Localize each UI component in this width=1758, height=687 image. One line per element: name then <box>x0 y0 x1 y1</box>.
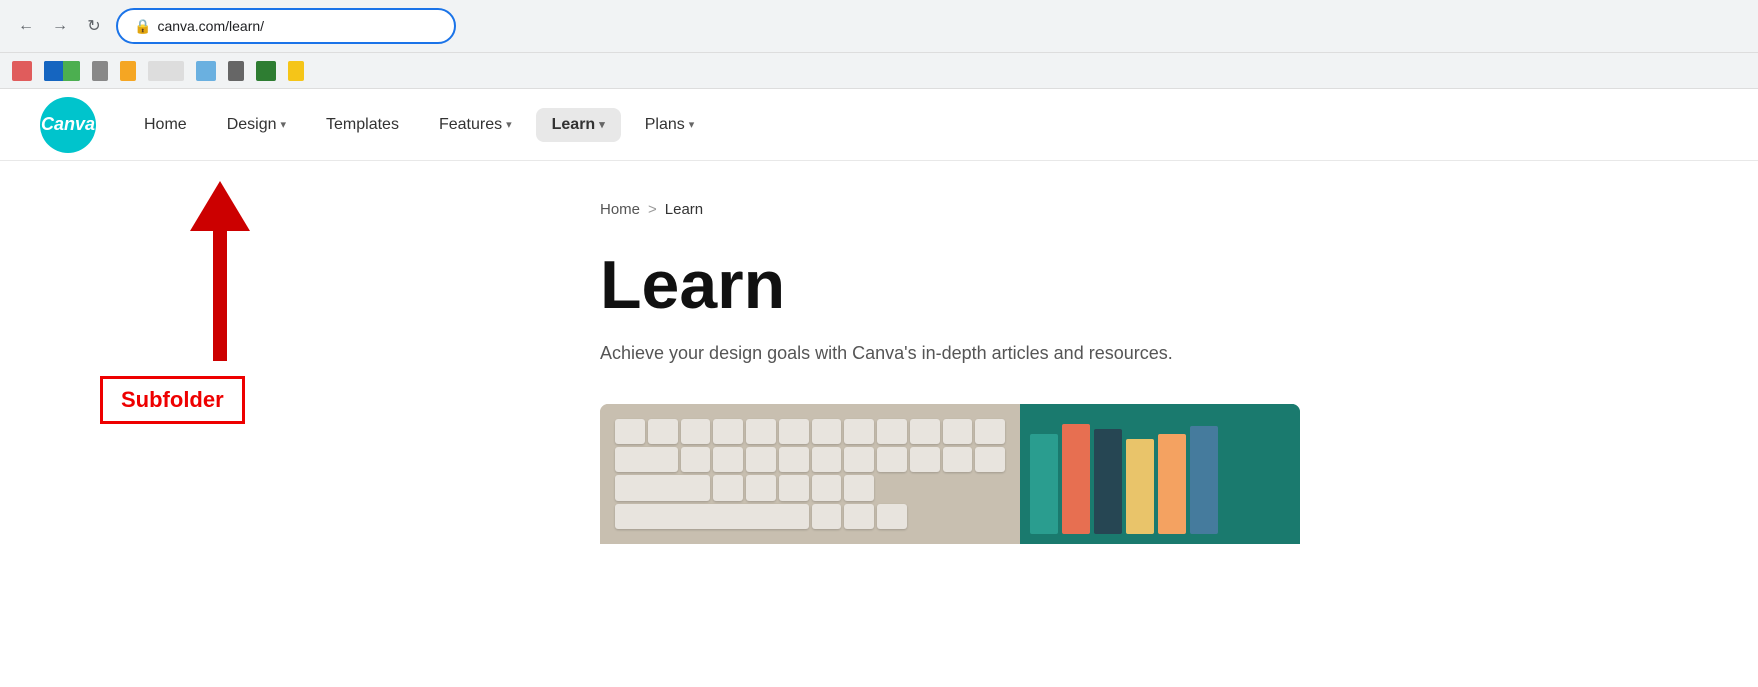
bookmark-item-6[interactable] <box>196 61 216 81</box>
key <box>910 447 940 472</box>
key <box>779 475 809 500</box>
key <box>615 504 809 529</box>
key <box>713 419 743 444</box>
key <box>713 475 743 500</box>
key <box>648 419 678 444</box>
book-1 <box>1030 434 1058 534</box>
book-2 <box>1062 424 1090 534</box>
book-5 <box>1158 434 1186 534</box>
key <box>681 419 711 444</box>
site-nav: Canva Home Design ▾ Templates Features ▾… <box>0 89 1758 161</box>
annotation-container: Subfolder <box>20 181 500 641</box>
red-arrow-annotation <box>180 181 260 401</box>
bookmarks-bar <box>0 53 1758 89</box>
bookmark-item-5[interactable] <box>148 61 184 81</box>
key <box>812 419 842 444</box>
key <box>943 447 973 472</box>
key <box>746 419 776 444</box>
key <box>779 447 809 472</box>
forward-button[interactable]: → <box>46 12 74 40</box>
key <box>975 419 1005 444</box>
breadcrumb-home[interactable]: Home <box>600 201 640 218</box>
book-6 <box>1190 426 1218 534</box>
subfolder-label: Subfolder <box>100 376 245 424</box>
back-button[interactable]: ← <box>12 12 40 40</box>
nav-home[interactable]: Home <box>128 108 203 142</box>
breadcrumb-current: Learn <box>665 201 703 218</box>
nav-links: Home Design ▾ Templates Features ▾ Learn… <box>128 108 710 142</box>
key <box>812 504 842 529</box>
key <box>615 419 645 444</box>
logo-text: Canva <box>41 114 95 135</box>
key <box>877 504 907 529</box>
address-bar[interactable]: 🔒 canva.com/learn/ <box>116 8 456 44</box>
canva-logo[interactable]: Canva <box>40 97 96 153</box>
bookmark-item-9[interactable] <box>288 61 304 81</box>
hero-image <box>600 404 1300 544</box>
right-content: Home > Learn Learn Achieve your design g… <box>520 161 1758 661</box>
key <box>812 475 842 500</box>
page-subtitle: Achieve your design goals with Canva's i… <box>600 343 1678 364</box>
nav-plans[interactable]: Plans ▾ <box>629 108 711 142</box>
bookmark-item-2[interactable] <box>44 61 80 81</box>
breadcrumb: Home > Learn <box>600 201 1678 218</box>
book-3 <box>1094 429 1122 534</box>
key <box>713 447 743 472</box>
keyboard-image <box>600 404 1020 544</box>
key <box>877 447 907 472</box>
browser-chrome: ← → ↻ 🔒 canva.com/learn/ <box>0 0 1758 53</box>
site-wrapper: Canva Home Design ▾ Templates Features ▾… <box>0 89 1758 661</box>
chevron-down-icon: ▾ <box>599 118 605 131</box>
bookmark-item-8[interactable] <box>256 61 276 81</box>
chevron-down-icon: ▾ <box>689 118 695 131</box>
browser-nav-buttons: ← → ↻ <box>12 12 108 40</box>
key <box>812 447 842 472</box>
key <box>615 475 710 500</box>
key <box>779 419 809 444</box>
key <box>746 475 776 500</box>
bookmark-item-3[interactable] <box>92 61 108 81</box>
key <box>681 447 711 472</box>
left-panel: Subfolder <box>0 161 520 661</box>
books-image <box>1020 404 1300 544</box>
url-text: canva.com/learn/ <box>157 18 264 34</box>
chevron-down-icon: ▾ <box>281 118 287 131</box>
nav-features[interactable]: Features ▾ <box>423 108 528 142</box>
bookmark-item-7[interactable] <box>228 61 244 81</box>
book-4 <box>1126 439 1154 534</box>
key <box>844 475 874 500</box>
reload-button[interactable]: ↻ <box>80 12 108 40</box>
breadcrumb-separator: > <box>648 201 657 218</box>
key <box>877 419 907 444</box>
lock-icon: 🔒 <box>134 18 151 35</box>
nav-learn[interactable]: Learn ▾ <box>536 108 621 142</box>
key <box>844 447 874 472</box>
chevron-down-icon: ▾ <box>506 118 512 131</box>
key <box>844 419 874 444</box>
content-area: Subfolder Home > Learn Learn Achieve you… <box>0 161 1758 661</box>
bookmark-item-4[interactable] <box>120 61 136 81</box>
nav-templates[interactable]: Templates <box>310 108 415 142</box>
key <box>910 419 940 444</box>
key <box>844 504 874 529</box>
nav-design[interactable]: Design ▾ <box>211 108 302 142</box>
page-title: Learn <box>600 248 1678 323</box>
key <box>615 447 678 472</box>
key <box>746 447 776 472</box>
key <box>943 419 973 444</box>
bookmark-item-1[interactable] <box>12 61 32 81</box>
key <box>975 447 1005 472</box>
